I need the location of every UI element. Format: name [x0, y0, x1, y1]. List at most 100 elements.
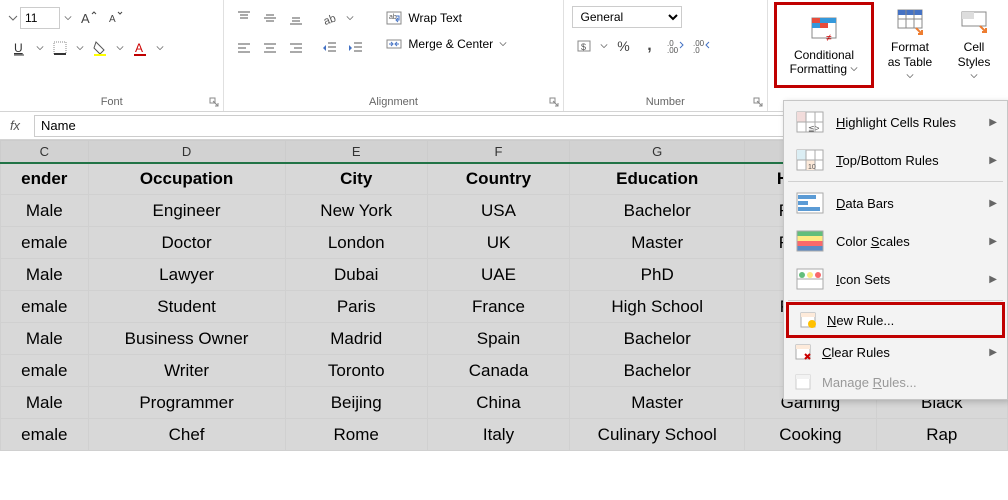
data-cell[interactable]: Male [1, 387, 89, 419]
align-middle-icon[interactable] [258, 6, 282, 30]
align-right-icon[interactable] [284, 36, 308, 60]
merge-center-button[interactable]: Merge & Center [380, 32, 513, 56]
data-cell[interactable]: High School [570, 291, 745, 323]
data-cell[interactable]: Master [570, 387, 745, 419]
data-cell[interactable]: UAE [427, 259, 569, 291]
data-cell[interactable]: Spain [427, 323, 569, 355]
data-cell[interactable]: Master [570, 227, 745, 259]
menu-new-rule[interactable]: New Rule... [789, 305, 1002, 335]
data-cell[interactable]: Student [88, 291, 285, 323]
increase-decimal-icon[interactable]: .0.00 [664, 34, 688, 58]
number-format-select[interactable]: General [572, 6, 682, 28]
wrap-text-button[interactable]: ab Wrap Text [380, 6, 513, 30]
menu-top-bottom-rules[interactable]: 10 Top/Bottom Rules ▶ [784, 141, 1007, 179]
data-cell[interactable]: Doctor [88, 227, 285, 259]
comma-button[interactable]: , [638, 34, 662, 58]
data-cell[interactable]: London [285, 227, 427, 259]
number-dialog-launcher[interactable] [751, 95, 765, 109]
font-size-input[interactable] [20, 7, 60, 29]
data-cell[interactable]: Italy [427, 419, 569, 451]
increase-font-icon[interactable]: A [76, 6, 100, 30]
underline-dropdown[interactable] [34, 36, 46, 60]
data-cell[interactable]: Male [1, 323, 89, 355]
column-header[interactable]: D [88, 141, 285, 163]
data-cell[interactable]: Business Owner [88, 323, 285, 355]
data-cell[interactable]: Dubai [285, 259, 427, 291]
accounting-dropdown[interactable] [598, 34, 610, 58]
column-header[interactable]: C [1, 141, 89, 163]
data-cell[interactable]: Chef [88, 419, 285, 451]
underline-button[interactable]: U [8, 36, 32, 60]
decrease-decimal-icon[interactable]: .00.0 [690, 34, 714, 58]
font-color-dropdown[interactable] [154, 36, 166, 60]
align-left-icon[interactable] [232, 36, 256, 60]
data-cell[interactable]: Bachelor [570, 195, 745, 227]
conditional-formatting-button[interactable]: ≠ Conditional Formatting [774, 2, 874, 88]
fx-icon[interactable]: fx [4, 118, 26, 133]
data-cell[interactable]: Canada [427, 355, 569, 387]
data-cell[interactable]: Programmer [88, 387, 285, 419]
menu-data-bars[interactable]: Data Bars ▶ [784, 184, 1007, 222]
data-cell[interactable]: Rap [876, 419, 1007, 451]
data-cell[interactable]: Culinary School [570, 419, 745, 451]
percent-button[interactable]: % [612, 34, 636, 58]
orientation-dropdown[interactable] [344, 6, 356, 30]
data-cell[interactable]: Cooking [745, 419, 876, 451]
font-name-dropdown-edge[interactable] [8, 6, 18, 30]
header-cell[interactable]: Country [427, 163, 569, 195]
data-cell[interactable]: UK [427, 227, 569, 259]
data-cell[interactable]: emale [1, 227, 89, 259]
header-cell[interactable]: ender [1, 163, 89, 195]
header-cell[interactable]: City [285, 163, 427, 195]
align-bottom-icon[interactable] [284, 6, 308, 30]
data-cell[interactable]: Bachelor [570, 323, 745, 355]
data-cell[interactable]: Rome [285, 419, 427, 451]
format-as-table-button[interactable]: Format as Table [878, 2, 942, 88]
fill-color-button[interactable] [88, 36, 112, 60]
font-color-button[interactable]: A [128, 36, 152, 60]
align-top-icon[interactable] [232, 6, 256, 30]
column-header[interactable]: E [285, 141, 427, 163]
column-header[interactable]: G [570, 141, 745, 163]
data-cell[interactable]: Bachelor [570, 355, 745, 387]
orientation-icon[interactable]: ab [318, 6, 342, 30]
menu-icon-sets[interactable]: Icon Sets ▶ [784, 260, 1007, 298]
data-cell[interactable]: Paris [285, 291, 427, 323]
data-cell[interactable]: USA [427, 195, 569, 227]
header-cell[interactable]: Occupation [88, 163, 285, 195]
menu-manage-rules[interactable]: Manage Rules... [784, 367, 1007, 397]
data-cell[interactable]: Beijing [285, 387, 427, 419]
data-cell[interactable]: Madrid [285, 323, 427, 355]
font-dialog-launcher[interactable] [207, 95, 221, 109]
data-cell[interactable]: Writer [88, 355, 285, 387]
column-header[interactable]: F [427, 141, 569, 163]
font-size-dropdown[interactable] [62, 6, 74, 30]
data-cell[interactable]: France [427, 291, 569, 323]
align-center-icon[interactable] [258, 36, 282, 60]
data-cell[interactable]: emale [1, 355, 89, 387]
data-cell[interactable]: Engineer [88, 195, 285, 227]
accounting-format-icon[interactable]: $ [572, 34, 596, 58]
increase-indent-icon[interactable] [344, 36, 368, 60]
data-cell[interactable]: Male [1, 259, 89, 291]
menu-clear-rules[interactable]: Clear Rules ▶ [784, 337, 1007, 367]
data-cell[interactable]: Toronto [285, 355, 427, 387]
menu-color-scales[interactable]: Color Scales ▶ [784, 222, 1007, 260]
data-cell[interactable]: emale [1, 419, 89, 451]
font-group-label: Font [6, 95, 217, 111]
data-cell[interactable]: emale [1, 291, 89, 323]
decrease-indent-icon[interactable] [318, 36, 342, 60]
data-cell[interactable]: China [427, 387, 569, 419]
borders-dropdown[interactable] [74, 36, 86, 60]
borders-button[interactable] [48, 36, 72, 60]
decrease-font-icon[interactable]: A [102, 6, 126, 30]
data-cell[interactable]: PhD [570, 259, 745, 291]
cell-styles-button[interactable]: Cell Styles [946, 2, 1002, 88]
data-cell[interactable]: New York [285, 195, 427, 227]
header-cell[interactable]: Education [570, 163, 745, 195]
data-cell[interactable]: Lawyer [88, 259, 285, 291]
menu-highlight-cells-rules[interactable]: ≦> HHighlight Cells Rulesighlight Cells … [784, 103, 1007, 141]
fill-color-dropdown[interactable] [114, 36, 126, 60]
alignment-dialog-launcher[interactable] [547, 95, 561, 109]
data-cell[interactable]: Male [1, 195, 89, 227]
